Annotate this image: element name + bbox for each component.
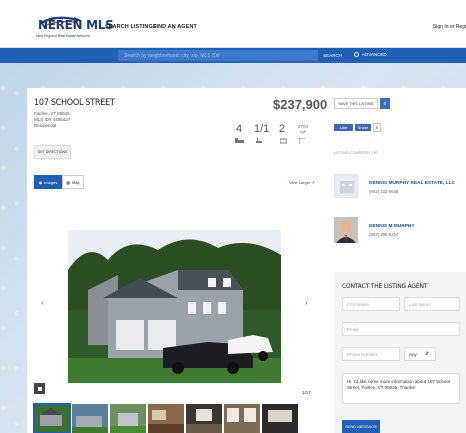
tab-map-label: Map — [72, 179, 80, 185]
listing-price: $237,900 — [273, 97, 328, 112]
agent-name-link[interactable]: DENNIS M MURPHY — [369, 224, 415, 229]
photo-thumbnail[interactable] — [72, 404, 108, 433]
photo-thumbnail[interactable] — [33, 403, 71, 433]
agent-portrait-icon — [334, 217, 358, 243]
thumbnail-image — [186, 404, 222, 433]
office-phone: (802) 333-9648 — [369, 189, 399, 194]
beds-count: 4 — [236, 123, 243, 135]
listing-mls-id: MLS ID# 4495427 — [34, 117, 71, 122]
save-count-badge: 0 — [380, 98, 390, 109]
advanced-label: ADVANCED — [362, 52, 387, 57]
email-field[interactable]: Email — [342, 322, 460, 336]
expand-icon: ↗ — [311, 180, 315, 185]
camera-icon: ◉ — [38, 179, 43, 185]
message-textarea[interactable]: Hi, I'd like some more information about… — [342, 373, 460, 404]
send-message-button[interactable]: SEND MESSAGE — [342, 420, 380, 433]
view-larger-link[interactable]: View Larger ↗ — [289, 180, 315, 185]
first-name-field[interactable]: First Name — [342, 297, 400, 311]
get-directions-button[interactable]: GET DIRECTIONS — [34, 145, 71, 159]
bed-icon — [235, 138, 244, 143]
agent-phone: (802) 299-6254 — [369, 232, 399, 237]
phone-number-field[interactable]: Phone Number — [342, 347, 400, 361]
listing-address: 107 SCHOOL STREET — [34, 98, 115, 108]
thumbnail-image — [262, 404, 298, 433]
facebook-share-button[interactable]: Share — [355, 124, 371, 131]
tab-map[interactable]: ▦ Map — [62, 175, 84, 189]
sign-in-link[interactable]: Sign In or Regi — [433, 24, 466, 30]
view-larger-label: View Larger — [289, 180, 311, 185]
photo-thumbnail[interactable] — [110, 404, 146, 433]
facebook-like-button[interactable]: Like — [334, 124, 353, 131]
photo-thumbnail[interactable] — [262, 404, 298, 433]
photo-thumbnail[interactable] — [224, 404, 260, 433]
thumbnail-strip — [33, 403, 298, 433]
thumbnail-image — [224, 404, 260, 433]
house-photo-illustration — [68, 230, 281, 383]
agent-avatar[interactable] — [334, 217, 358, 243]
save-listing-button[interactable]: SAVE THIS LISTING — [334, 98, 378, 109]
search-input[interactable] — [118, 50, 318, 61]
main-listing-photo[interactable] — [68, 230, 281, 383]
tab-images[interactable]: ◉ Images — [34, 175, 62, 189]
previous-photo-arrow[interactable]: ‹ — [41, 298, 44, 307]
photo-thumbnail[interactable] — [186, 404, 222, 433]
logo-wordmark[interactable]: NEREN MLS — [38, 18, 114, 32]
gear-icon — [354, 52, 359, 57]
next-photo-arrow[interactable]: › — [305, 298, 308, 307]
sqft-value: 2704 — [298, 124, 309, 129]
facebook-share-count: 0 — [373, 123, 381, 132]
baths-count: 1/1 — [254, 123, 270, 135]
thumbnail-image — [110, 404, 146, 433]
listing-courtesy-label: LISTING COURTESY OF — [334, 151, 378, 155]
listing-city-state: Fairlee, VT 05045 — [34, 111, 70, 116]
sqft-icon — [299, 138, 305, 144]
garage-count: 2 — [279, 123, 286, 135]
photo-thumbnail[interactable] — [148, 404, 184, 433]
sqft-unit: sqft — [300, 130, 306, 134]
chevron-updown-icon: ⇵ — [425, 351, 429, 356]
garage-icon — [280, 138, 287, 144]
office-building-icon — [340, 181, 354, 193]
office-name-link[interactable]: DENNIS MURPHY REAL ESTATE, LLC — [369, 181, 455, 186]
logo-tagline: New England Real Estate Network — [36, 34, 90, 38]
office-logo[interactable] — [334, 174, 358, 198]
phone-type-value: Any — [409, 351, 417, 357]
stop-icon — [37, 386, 42, 391]
search-button[interactable]: SEARCH — [320, 50, 345, 61]
nav-find-an-agent[interactable]: FIND AN AGENT — [153, 24, 197, 30]
contact-title: CONTACT THE LISTING AGENT — [342, 283, 428, 290]
slideshow-pause-button[interactable] — [34, 383, 45, 394]
thumbnail-image — [72, 404, 108, 433]
bath-icon — [256, 138, 262, 143]
last-name-field[interactable]: Last Name — [404, 297, 460, 311]
photo-counter: 1/17 — [302, 390, 311, 395]
map-icon: ▦ — [66, 179, 70, 185]
thumbnail-image — [34, 404, 70, 433]
nav-search-listings[interactable]: SEARCH LISTINGS — [105, 24, 157, 30]
phone-type-select[interactable]: Any ⇵ — [404, 347, 436, 361]
listing-type: Residential — [34, 123, 57, 128]
advanced-search-toggle[interactable]: ADVANCED — [354, 52, 387, 57]
tab-images-label: Images — [44, 179, 58, 185]
thumbnail-image — [148, 404, 184, 433]
